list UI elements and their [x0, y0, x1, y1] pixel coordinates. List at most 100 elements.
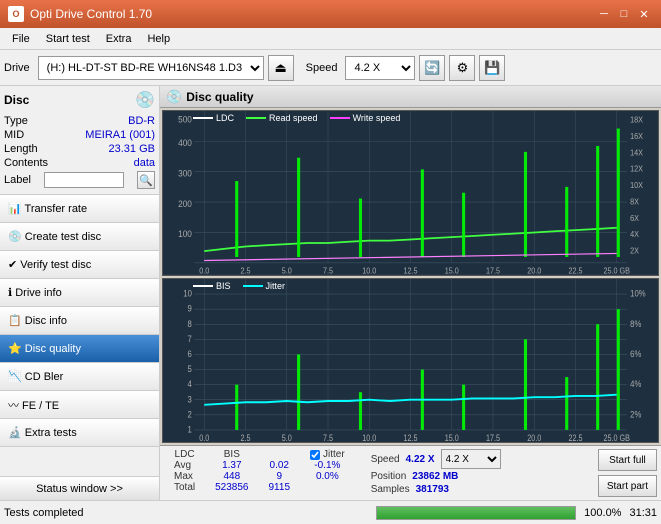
svg-text:10%: 10%	[630, 287, 646, 298]
svg-text:17.5: 17.5	[486, 266, 500, 275]
drive-select[interactable]: (H:) HL-DT-ST BD-RE WH16NS48 1.D3	[38, 56, 264, 80]
svg-text:17.5: 17.5	[486, 433, 501, 442]
col-header-bis: BIS	[205, 449, 258, 460]
save-button[interactable]: 💾	[479, 55, 505, 81]
disc-label-input[interactable]	[44, 172, 124, 188]
svg-text:12.5: 12.5	[403, 433, 418, 442]
ldc-chart-svg: 500 400 300 200 100 18X 16X 14X 12X 10X …	[163, 111, 658, 275]
statusbar: Tests completed 100.0% 31:31	[0, 500, 661, 524]
disc-label-button[interactable]: 🔍	[137, 171, 155, 189]
avg-bis: 0.02	[259, 460, 301, 471]
svg-text:9: 9	[188, 302, 192, 313]
sidebar-item-drive-info[interactable]: ℹ Drive info	[0, 279, 159, 307]
svg-text:12X: 12X	[630, 164, 643, 174]
eject-button[interactable]: ⏏	[268, 55, 294, 81]
read-legend-label: Read speed	[269, 113, 318, 123]
jitter-legend-dot	[243, 285, 263, 287]
write-legend-dot	[330, 117, 350, 119]
svg-text:18X: 18X	[630, 115, 643, 125]
disc-label-key: Label	[4, 174, 31, 186]
main-area: Disc 💿 Type BD-R MID MEIRA1 (001) Length…	[0, 86, 661, 500]
jitter-checkbox[interactable]	[310, 450, 320, 460]
sidebar-item-extra-tests[interactable]: 🔬 Extra tests	[0, 419, 159, 447]
stats-max-row: Max 448 9 0.0%	[164, 471, 355, 482]
disc-mid-val: MEIRA1 (001)	[85, 129, 155, 141]
minimize-button[interactable]: ─	[595, 6, 613, 22]
svg-text:4%: 4%	[630, 378, 641, 389]
svg-text:10X: 10X	[630, 181, 643, 191]
disc-mid-row: MID MEIRA1 (001)	[4, 128, 155, 142]
status-window-button[interactable]: Status window >>	[0, 476, 159, 500]
svg-text:2.5: 2.5	[240, 433, 251, 442]
svg-text:20.0: 20.0	[527, 266, 541, 275]
sidebar-item-disc-quality[interactable]: ⭐ Disc quality	[0, 335, 159, 363]
svg-text:6: 6	[188, 348, 192, 359]
disc-type-key: Type	[4, 115, 28, 127]
sidebar-item-verify-test-disc[interactable]: ✔ Verify test disc	[0, 251, 159, 279]
svg-text:7.5: 7.5	[323, 433, 334, 442]
disc-quality-icon: 💿	[166, 89, 182, 105]
col-header-jitter: Jitter	[300, 449, 355, 460]
svg-text:15.0: 15.0	[445, 433, 460, 442]
content-header: 💿 Disc quality	[160, 86, 661, 108]
refresh-button[interactable]: 🔄	[419, 55, 445, 81]
disc-length-row: Length 23.31 GB	[4, 142, 155, 156]
config-button[interactable]: ⚙	[449, 55, 475, 81]
svg-text:8%: 8%	[630, 318, 641, 329]
ldc-legend-label: LDC	[216, 113, 234, 123]
avg-label: Avg	[164, 460, 205, 471]
disc-title: Disc	[4, 93, 29, 107]
app-icon: O	[8, 6, 24, 22]
svg-text:300: 300	[178, 168, 192, 179]
speed-display-row: Speed 4.22 X 4.2 X 2.0 X 8.0 X	[371, 449, 501, 469]
svg-text:10.0: 10.0	[362, 266, 376, 275]
menu-extra[interactable]: Extra	[98, 31, 140, 47]
menubar: File Start test Extra Help	[0, 28, 661, 50]
svg-text:400: 400	[178, 138, 192, 149]
titlebar: O Opti Drive Control 1.70 ─ □ ✕	[0, 0, 661, 28]
svg-text:12.5: 12.5	[403, 266, 417, 275]
disc-contents-row: Contents data	[4, 156, 155, 170]
legend-bis: BIS	[193, 281, 231, 291]
max-bis: 9	[259, 471, 301, 482]
bis-legend-label: BIS	[216, 281, 231, 291]
sidebar-item-cd-bler[interactable]: 📉 CD Bler	[0, 363, 159, 391]
legend-ldc: LDC	[193, 113, 234, 123]
svg-text:200: 200	[178, 198, 192, 209]
start-part-button[interactable]: Start part	[598, 475, 657, 497]
chart2-legend: BIS Jitter	[193, 281, 285, 291]
svg-text:22.5: 22.5	[568, 266, 582, 275]
start-full-button[interactable]: Start full	[598, 449, 657, 471]
content-area: 💿 Disc quality LDC Read speed	[160, 86, 661, 500]
svg-text:16X: 16X	[630, 132, 643, 142]
svg-text:5: 5	[188, 363, 192, 374]
speed-select[interactable]: 4.2 X	[345, 56, 415, 80]
svg-text:14X: 14X	[630, 148, 643, 158]
menu-starttest[interactable]: Start test	[38, 31, 98, 47]
sidebar-item-create-test-disc[interactable]: 💿 Create test disc	[0, 223, 159, 251]
sidebar-item-disc-info[interactable]: 📋 Disc info	[0, 307, 159, 335]
progress-bar-fill	[377, 507, 575, 519]
disc-icon: 💿	[135, 90, 155, 110]
menu-help[interactable]: Help	[139, 31, 178, 47]
col-header-empty	[259, 449, 301, 460]
disc-type-row: Type BD-R	[4, 114, 155, 128]
close-button[interactable]: ✕	[635, 6, 653, 22]
toolbar: Drive (H:) HL-DT-ST BD-RE WH16NS48 1.D3 …	[0, 50, 661, 86]
menu-file[interactable]: File	[4, 31, 38, 47]
sidebar-item-fe-te[interactable]: 〰 FE / TE	[0, 391, 159, 419]
maximize-button[interactable]: □	[615, 6, 633, 22]
drive-label: Drive	[4, 62, 30, 74]
time-display: 31:31	[629, 507, 657, 519]
legend-jitter: Jitter	[243, 281, 286, 291]
bottom-panel: LDC BIS Jitter Avg 1.37	[160, 445, 661, 500]
sidebar-item-transfer-rate[interactable]: 📊 Transfer rate	[0, 195, 159, 223]
svg-text:2X: 2X	[630, 246, 639, 256]
svg-text:10.0: 10.0	[362, 433, 377, 442]
speed-display-label: Speed	[371, 454, 400, 465]
speed-dropdown[interactable]: 4.2 X 2.0 X 8.0 X	[441, 449, 501, 469]
svg-text:7: 7	[188, 333, 192, 344]
svg-text:8X: 8X	[630, 197, 639, 207]
action-buttons-area: Start full Start part	[598, 449, 657, 497]
charts-area: LDC Read speed Write speed	[160, 108, 661, 445]
